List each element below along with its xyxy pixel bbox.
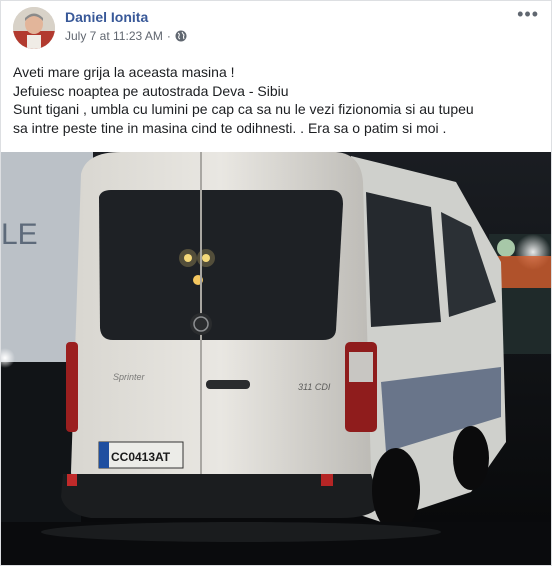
post-text-line: sa intre peste tine in masina cind te od… <box>13 119 447 136</box>
more-options-button[interactable]: ••• <box>517 5 539 23</box>
license-plate-text: CC0413AT <box>111 450 171 464</box>
post-photo[interactable]: LE Sprinter 311 CDI CC0413AT <box>1 152 551 565</box>
post-text: Aveti mare grija la aceasta masina ! Jef… <box>13 63 539 137</box>
post-text-line: Jefuiesc noaptea pe autostrada Deva - Si… <box>13 82 289 99</box>
avatar[interactable] <box>13 7 55 49</box>
author-name[interactable]: Daniel Ionita <box>65 9 148 25</box>
post-header: Daniel Ionita July 7 at 11:23 AM · ••• <box>13 5 539 51</box>
van-model-text: Sprinter <box>113 372 146 382</box>
post-timestamp[interactable]: July 7 at 11:23 AM <box>65 29 163 43</box>
meta-separator: · <box>166 29 171 43</box>
facebook-post: Daniel Ionita July 7 at 11:23 AM · ••• A… <box>0 0 552 566</box>
post-text-line: Sunt tigani , umbla cu lumini pe cap ca … <box>13 101 474 118</box>
van-photo-illustration: LE Sprinter 311 CDI CC0413AT <box>1 152 551 565</box>
globe-icon[interactable] <box>175 30 187 42</box>
post-text-line: Aveti mare grija la aceasta masina ! <box>13 64 235 80</box>
van-badge-text: 311 CDI <box>298 382 331 392</box>
post-meta: July 7 at 11:23 AM · <box>65 29 187 43</box>
trailer-text: LE <box>1 218 38 251</box>
